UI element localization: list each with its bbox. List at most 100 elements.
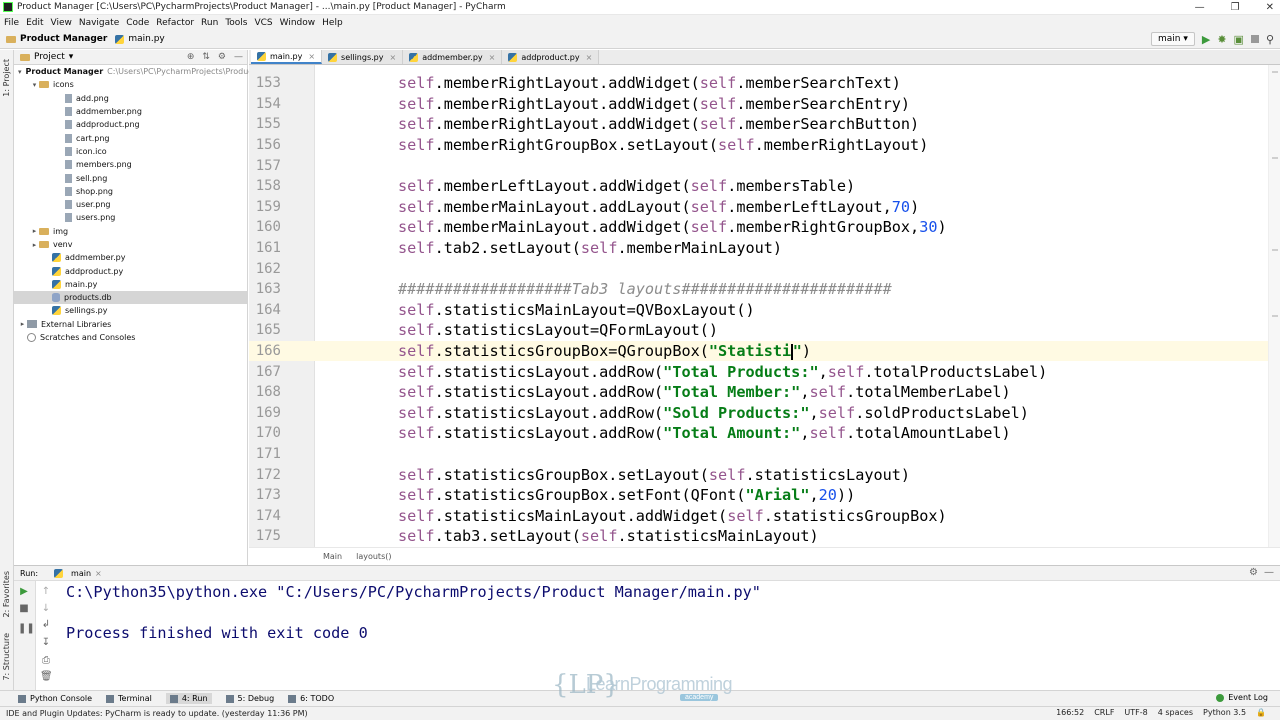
close-icon[interactable]: × [389,53,396,62]
menu-navigate[interactable]: Navigate [79,18,119,28]
code-line[interactable]: 165 self.statisticsLayout=QFormLayout() [249,320,1280,341]
search-icon[interactable]: ⚲ [1266,33,1274,46]
tree-item-file[interactable]: sell.png [14,171,247,184]
tool-window-python-console[interactable]: Python Console [18,693,92,704]
code-line[interactable]: 160 self.memberMainLayout.addWidget(self.… [249,217,1280,238]
rerun-icon[interactable]: ▶ [18,586,30,598]
tree-item-external-libraries[interactable]: ▸ External Libraries [14,318,247,331]
menu-window[interactable]: Window [280,18,316,28]
run-tab-main[interactable]: main × [54,568,102,578]
editor-tab-sellings-py[interactable]: sellings.py × [322,50,404,64]
file-encoding[interactable]: UTF-8 [1124,708,1147,717]
code-line[interactable]: 157 [249,155,1280,176]
tree-item-file[interactable]: addmember.py [14,251,247,264]
run-icon[interactable]: ▶ [1202,33,1210,46]
tree-item-file[interactable]: user.png [14,198,247,211]
breadcrumb-file[interactable]: main.py [115,34,165,44]
stop-icon[interactable] [1250,35,1259,43]
structure-tool-tab[interactable]: 7: Structure [1,630,12,684]
editor-tab-main-py[interactable]: main.py × [251,50,323,64]
code-line[interactable]: 168 self.statisticsLayout.addRow("Total M… [249,382,1280,403]
code-line[interactable]: 153 self.memberRightLayout.addWidget(self… [249,73,1280,94]
code-line[interactable]: 172 self.statisticsGroupBox.setLayout(sel… [249,464,1280,485]
tool-window-4-run[interactable]: 4: Run [165,693,212,704]
arrow-up-icon[interactable]: ↑ [40,586,52,598]
code-line[interactable]: 154 self.memberRightLayout.addWidget(self… [249,94,1280,115]
code-editor[interactable]: 153 self.memberRightLayout.addWidget(self… [249,65,1280,547]
pause-icon[interactable]: ❚❚ [18,623,35,635]
menu-tools[interactable]: Tools [225,18,247,28]
code-line[interactable]: 158 self.memberLeftLayout.addWidget(self.… [249,176,1280,197]
chevron-right-icon[interactable]: ▸ [18,320,27,328]
event-log-button[interactable]: Event Log [1216,693,1268,702]
tree-item-file[interactable]: addproduct.py [14,264,247,277]
chevron-down-icon[interactable]: ▾ [30,81,39,89]
code-line[interactable]: 173 self.statisticsGroupBox.setFont(QFont… [249,485,1280,506]
tree-item-scratches[interactable]: Scratches and Consoles [14,331,247,344]
menu-help[interactable]: Help [322,18,343,28]
editor-tab-addmember-py[interactable]: addmember.py × [403,50,503,64]
close-icon[interactable]: ✕ [1266,0,1274,15]
minimize-icon[interactable]: — [1195,0,1205,15]
caret-position[interactable]: 166:52 [1056,708,1084,717]
tree-item-file[interactable]: members.png [14,158,247,171]
chevron-down-icon[interactable]: ▾ [69,52,74,62]
close-icon[interactable]: × [586,53,593,62]
stop-icon[interactable]: ■ [18,603,30,615]
code-line[interactable]: 174 self.statisticsMainLayout.addWidget(s… [249,506,1280,527]
tool-window-5-debug[interactable]: 5: Debug [225,693,274,704]
tree-item-folder[interactable]: ▸ img [14,225,247,238]
chevron-right-icon[interactable]: ▸ [30,241,39,249]
trash-icon[interactable]: 🗑 [40,671,53,683]
breadcrumb-project[interactable]: Product Manager [6,34,107,44]
code-line[interactable]: 155 self.memberRightLayout.addWidget(self… [249,114,1280,135]
status-message[interactable]: IDE and Plugin Updates: PyCharm is ready… [6,709,308,718]
interpreter[interactable]: Python 3.5 [1203,708,1246,717]
menu-refactor[interactable]: Refactor [156,18,194,28]
tree-item-root[interactable]: ▾ Product Manager C:\Users\PC\PycharmProje… [14,65,256,78]
chevron-down-icon[interactable]: ▾ [18,68,22,76]
editor-tab-addproduct-py[interactable]: addproduct.py × [502,50,600,64]
menu-edit[interactable]: Edit [26,18,43,28]
tree-item-file[interactable]: add.png [14,92,247,105]
menu-file[interactable]: File [4,18,19,28]
code-line[interactable]: 156 self.memberRightGroupBox.setLayout(se… [249,135,1280,156]
menu-vcs[interactable]: VCS [254,18,272,28]
code-line[interactable]: 159 self.memberMainLayout.addLayout(self.… [249,197,1280,218]
indent-setting[interactable]: 4 spaces [1158,708,1193,717]
code-line[interactable]: 167 self.statisticsLayout.addRow("Total P… [249,361,1280,382]
editor-scrollbar[interactable] [1268,65,1280,547]
locate-icon[interactable]: ⊕ [187,52,195,62]
debug-icon[interactable]: ✸ [1217,33,1226,46]
restore-icon[interactable]: ❐ [1231,0,1240,15]
close-icon[interactable]: × [308,52,315,61]
collapse-icon[interactable]: ⇅ [202,52,210,62]
tree-item-file[interactable]: cart.png [14,131,247,144]
tree-item-file[interactable]: addproduct.png [14,118,247,131]
hide-icon[interactable]: — [1264,567,1274,578]
close-icon[interactable]: × [489,53,496,62]
crumb-method[interactable]: layouts() [356,552,391,561]
run-config-select[interactable]: main ▾ [1150,32,1195,46]
code-line[interactable]: 166 self.statisticsGroupBox=QGroupBox("St… [249,340,1280,362]
code-line[interactable]: 170 self.statisticsLayout.addRow("Total A… [249,423,1280,444]
print-icon[interactable]: ⎙ [40,655,52,667]
tree-item-file[interactable]: products.db [14,291,247,305]
code-line[interactable]: 164 self.statisticsMainLayout=QVBoxLayout… [249,300,1280,321]
close-icon[interactable]: × [95,569,102,578]
code-line[interactable]: 162 [249,258,1280,279]
tree-item-icons[interactable]: ▾ icons [14,78,247,91]
console-output[interactable]: C:\Python35\python.exe "C:/Users/PC/Pych… [66,582,761,644]
menu-code[interactable]: Code [126,18,149,28]
favorites-tool-tab[interactable]: 2: Favorites [1,568,12,620]
project-view-select[interactable]: Project [34,52,65,62]
line-separator[interactable]: CRLF [1094,708,1114,717]
crumb-class[interactable]: Main [323,552,342,561]
menu-run[interactable]: Run [201,18,218,28]
arrow-down-icon[interactable]: ↓ [40,603,52,615]
tool-window-6-todo[interactable]: 6: TODO [288,693,334,704]
tree-item-file[interactable]: main.py [14,278,247,291]
lock-icon[interactable]: 🔒 [1256,708,1266,717]
gear-icon[interactable]: ⚙ [1249,567,1258,578]
tree-item-file[interactable]: users.png [14,211,247,224]
